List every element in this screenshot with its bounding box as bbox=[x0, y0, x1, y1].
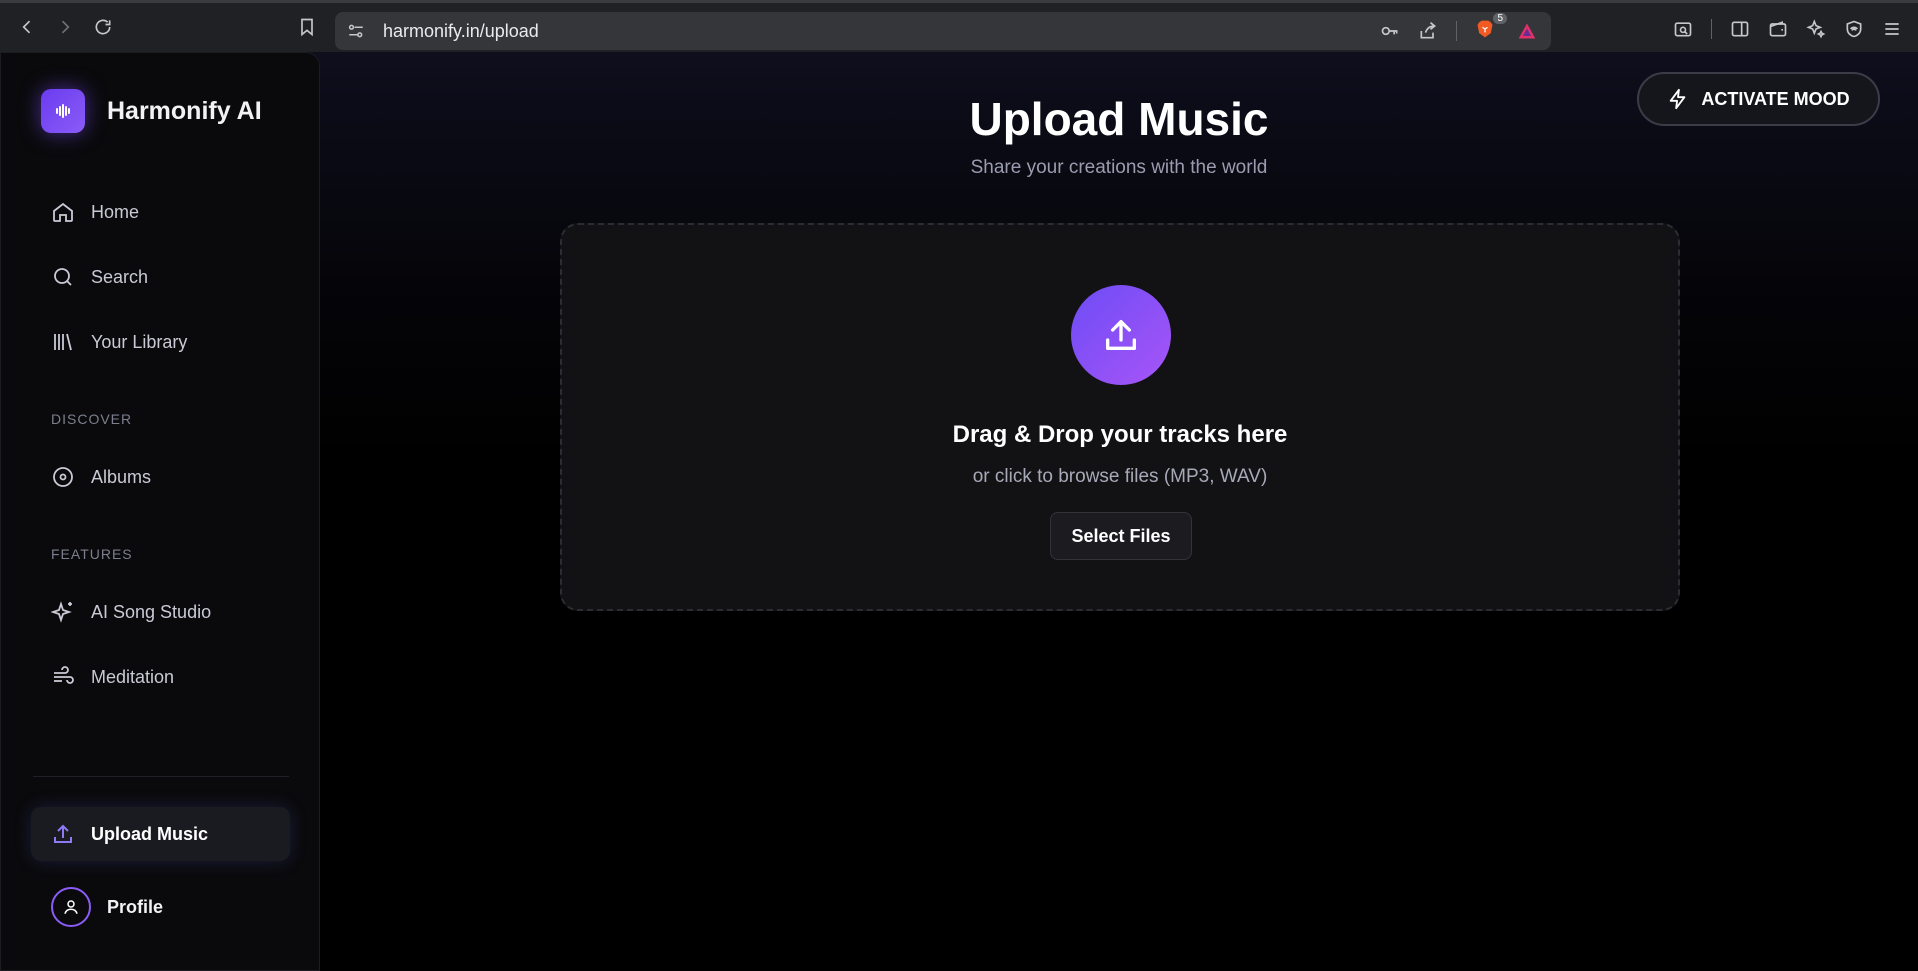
brand[interactable]: Harmonify AI bbox=[41, 89, 262, 133]
forward-button[interactable] bbox=[46, 8, 84, 46]
upload-dropzone[interactable]: Drag & Drop your tracks here or click to… bbox=[560, 223, 1680, 611]
chevron-right-icon bbox=[61, 20, 70, 34]
shields-count-badge: 5 bbox=[1493, 13, 1507, 24]
section-label-features: FEATURES bbox=[51, 546, 133, 562]
page-subtitle: Share your creations with the world bbox=[970, 157, 1268, 178]
user-icon bbox=[64, 900, 78, 914]
app-root: Harmonify AI Home Search Your Library DI… bbox=[0, 52, 1918, 971]
reader-mode-icon[interactable] bbox=[1673, 19, 1693, 39]
key-icon[interactable] bbox=[1380, 21, 1400, 41]
wallet-icon[interactable] bbox=[1768, 19, 1788, 39]
url-text[interactable]: harmonify.in/upload bbox=[383, 21, 539, 42]
sidebar-item-library[interactable]: Your Library bbox=[51, 330, 187, 354]
leo-ai-icon[interactable] bbox=[1806, 19, 1826, 39]
back-button[interactable] bbox=[8, 8, 46, 46]
dropzone-title: Drag & Drop your tracks here bbox=[952, 421, 1288, 448]
brave-rewards-icon[interactable] bbox=[1517, 21, 1537, 41]
address-bar-actions: 5 bbox=[1380, 12, 1537, 50]
upload-icon bbox=[1106, 320, 1136, 350]
album-icon bbox=[53, 467, 73, 487]
waveform-icon bbox=[56, 104, 70, 118]
share-icon[interactable] bbox=[1418, 21, 1438, 41]
chevron-left-icon bbox=[22, 20, 31, 34]
sidebar-item-upload-music[interactable]: Upload Music bbox=[31, 807, 290, 861]
sidebar-item-profile[interactable]: Profile bbox=[51, 887, 163, 927]
reload-icon bbox=[95, 19, 111, 35]
section-label-discover: DISCOVER bbox=[51, 411, 133, 427]
sidebar-item-label: Meditation bbox=[91, 666, 175, 687]
address-bar[interactable]: harmonify.in/upload 5 bbox=[335, 12, 1551, 50]
upload-circle bbox=[1071, 285, 1171, 385]
brave-lion-icon bbox=[1477, 20, 1493, 38]
select-files-button[interactable]: Select Files bbox=[1050, 512, 1192, 560]
sidebar-item-meditation[interactable]: Meditation bbox=[51, 665, 174, 689]
bookmark-icon bbox=[301, 18, 313, 37]
browser-right-tools bbox=[1673, 3, 1918, 55]
search-icon bbox=[54, 268, 72, 286]
avatar bbox=[51, 887, 91, 927]
home-icon bbox=[53, 202, 73, 222]
site-settings-icon[interactable] bbox=[347, 22, 365, 40]
sidebar-item-label: Albums bbox=[91, 466, 152, 487]
sidebar-item-search[interactable]: Search bbox=[51, 265, 148, 289]
browser-toolbar: harmonify.in/upload 5 bbox=[0, 0, 1918, 52]
bookmark-button[interactable] bbox=[288, 8, 326, 46]
brand-name: Harmonify AI bbox=[107, 96, 262, 125]
logo bbox=[41, 89, 85, 133]
wind-icon bbox=[54, 666, 74, 684]
sidebar-item-label: Search bbox=[91, 266, 149, 287]
vpn-icon[interactable] bbox=[1844, 19, 1864, 39]
sidebar-toggle-icon[interactable] bbox=[1730, 19, 1750, 39]
sidebar-divider bbox=[33, 776, 289, 777]
upload-icon bbox=[54, 824, 72, 843]
library-icon bbox=[54, 333, 72, 351]
menu-icon[interactable] bbox=[1882, 19, 1902, 39]
separator bbox=[1456, 21, 1457, 41]
dropzone-subtitle: or click to browse files (MP3, WAV) bbox=[972, 466, 1268, 487]
sidebar: Harmonify AI Home Search Your Library DI… bbox=[0, 52, 320, 971]
profile-label: Profile bbox=[107, 896, 164, 917]
reload-button[interactable] bbox=[84, 8, 122, 46]
sidebar-item-label: AI Song Studio bbox=[91, 601, 212, 622]
sidebar-item-albums[interactable]: Albums bbox=[51, 465, 151, 489]
sidebar-item-label: Your Library bbox=[91, 331, 188, 352]
sidebar-item-home[interactable]: Home bbox=[51, 200, 139, 224]
page-title: Upload Music bbox=[969, 93, 1269, 145]
brave-shields-button[interactable]: 5 bbox=[1475, 13, 1507, 43]
separator bbox=[1711, 19, 1712, 39]
sidebar-item-ai-song-studio[interactable]: AI Song Studio bbox=[51, 600, 211, 624]
sidebar-item-label: Home bbox=[91, 201, 140, 222]
sidebar-item-label: Upload Music bbox=[91, 823, 209, 844]
sparkles-icon bbox=[51, 601, 72, 623]
